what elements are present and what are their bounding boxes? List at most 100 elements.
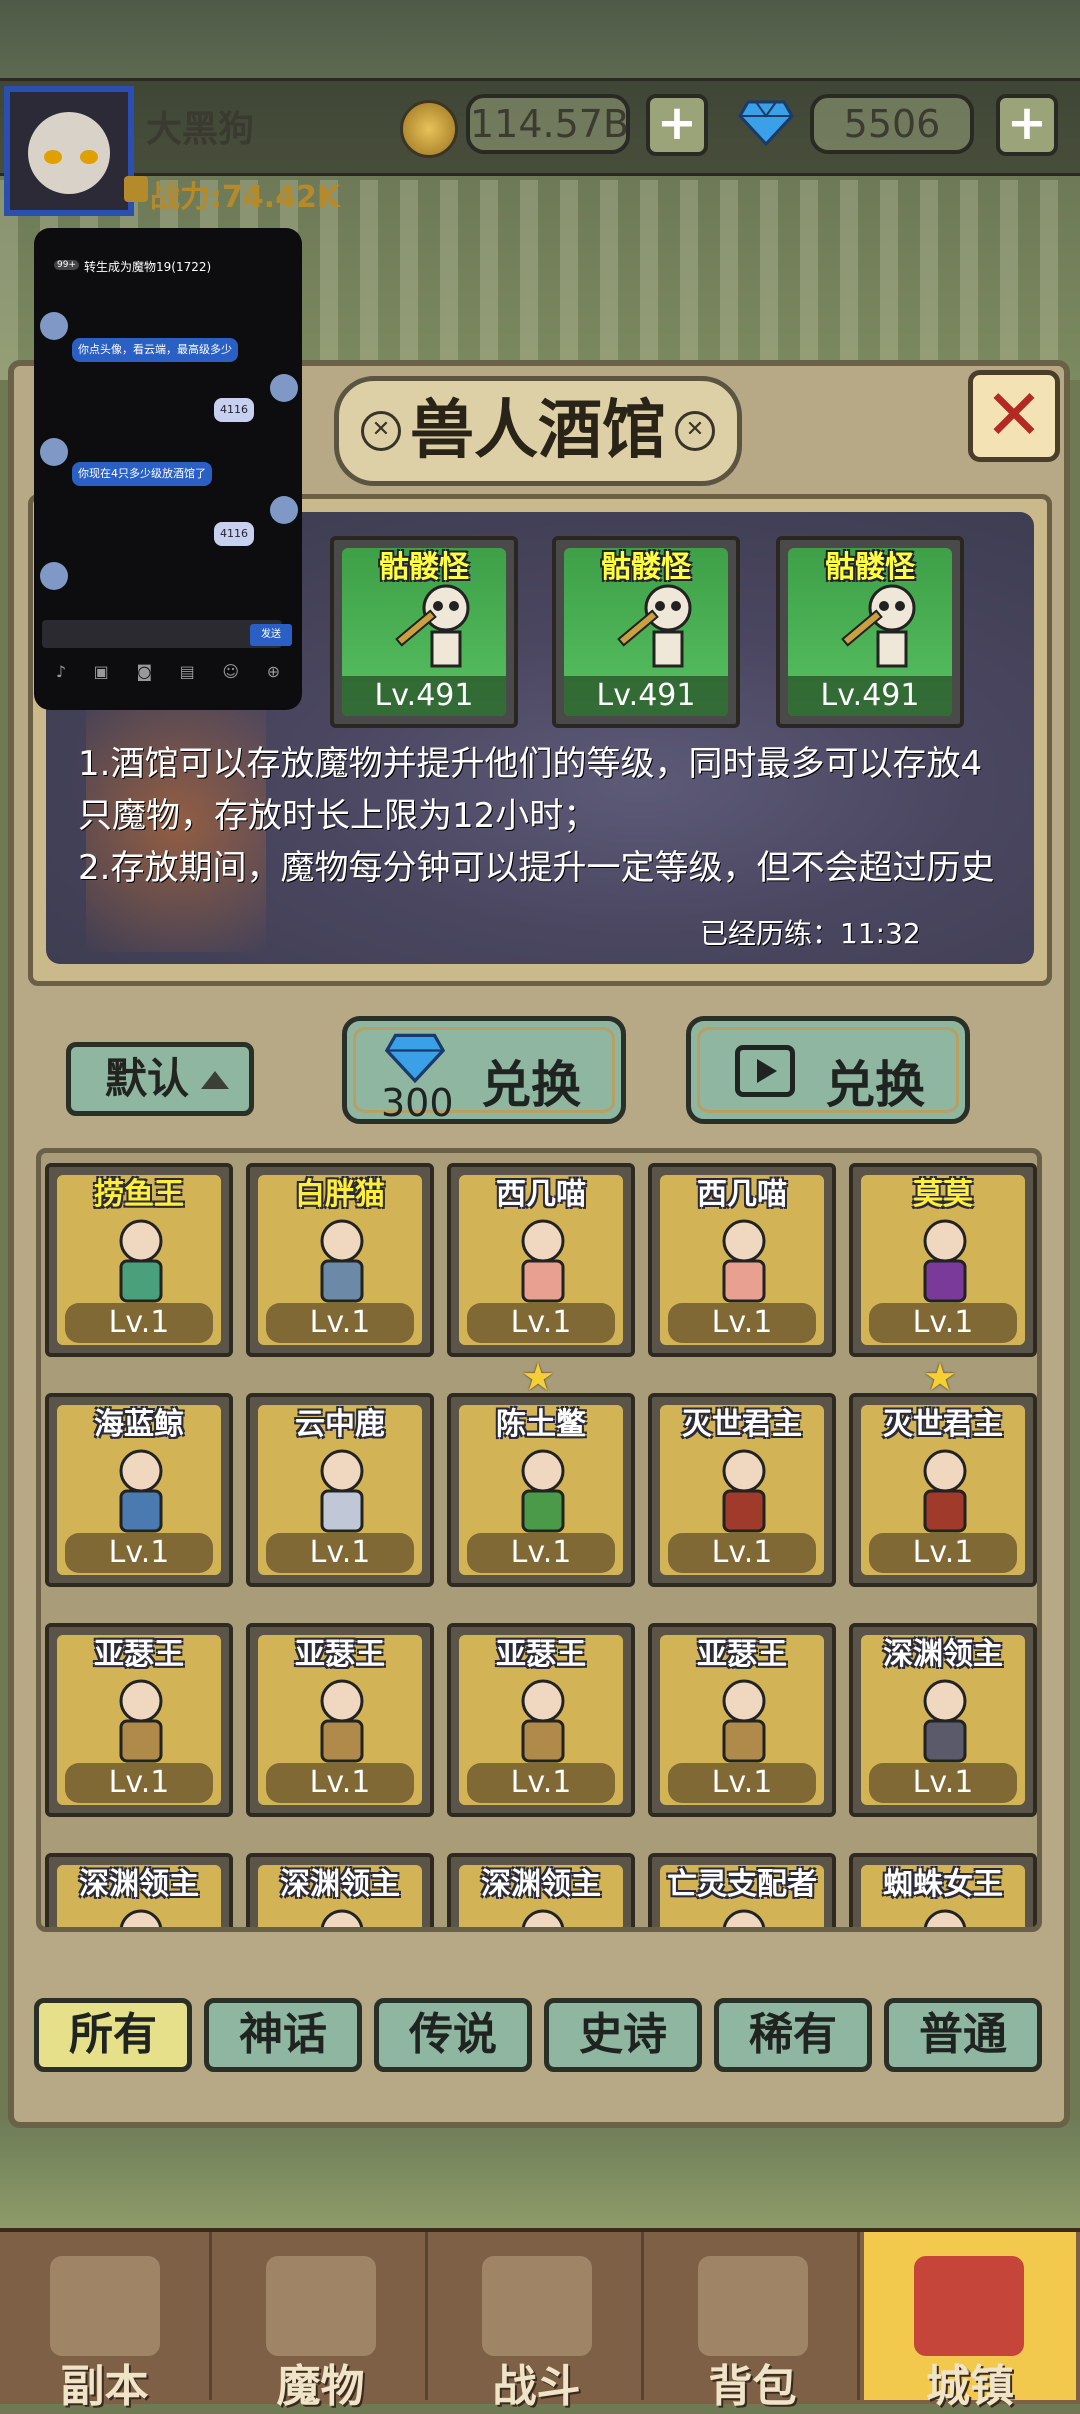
nav-monsters[interactable]: 魔物: [216, 2232, 428, 2412]
image-icon[interactable]: ▣: [94, 662, 109, 692]
close-button[interactable]: ✕: [968, 370, 1060, 462]
monster-name: 深渊领主: [883, 1637, 1003, 1672]
camera-icon[interactable]: ◙: [136, 662, 152, 692]
nav-backpack[interactable]: 背包: [648, 2232, 860, 2412]
description-line: 只魔物，存放时长上限为12小时；: [78, 796, 598, 836]
player-name: 大黑狗: [146, 109, 255, 150]
monster-card[interactable]: 西几喵 Lv.1: [447, 1163, 635, 1357]
nav-label: 魔物: [276, 2361, 365, 2412]
add-gems-button[interactable]: +: [996, 94, 1058, 156]
monster-grid: 捞鱼王 Lv.1 白胖猫 Lv.1 西几喵 Lv.1 西几喵 Lv.1 莫莫 Lv.1 海蓝鲸 Lv.…: [36, 1148, 1042, 1932]
monster-portrait-icon: [521, 1449, 565, 1533]
sort-label: 默认: [105, 1054, 190, 1103]
filter-common[interactable]: 普通: [884, 1998, 1042, 2072]
monster-card[interactable]: 灭世君主 Lv.1: [648, 1393, 836, 1587]
monster-card[interactable]: 深渊领主 Lv.1: [849, 1623, 1037, 1817]
monster-level: Lv.1: [65, 1533, 213, 1573]
monster-level: Lv.1: [668, 1303, 816, 1343]
player-avatar[interactable]: [4, 86, 134, 216]
chat-avatar: [270, 496, 298, 524]
monster-icon: [266, 2256, 376, 2356]
monster-name: 亚瑟王: [697, 1637, 787, 1672]
chat-avatar: [270, 374, 298, 402]
nav-town[interactable]: 城镇: [864, 2232, 1076, 2412]
chat-send-button[interactable]: 发送: [250, 624, 292, 646]
monster-portrait-icon: [521, 1679, 565, 1763]
monster-card[interactable]: 亚瑟王 Lv.1: [246, 1623, 434, 1817]
coin-balance: 114.57B: [466, 94, 630, 154]
monster-card[interactable]: 深渊领主: [45, 1853, 233, 1927]
exchange-label: 兑换: [825, 1056, 925, 1114]
filter-legendary[interactable]: 传说: [374, 1998, 532, 2072]
monster-card[interactable]: 亚瑟王 Lv.1: [45, 1623, 233, 1817]
combat-power: 战力:74.42K: [150, 180, 341, 215]
nav-label: 战斗: [492, 2361, 581, 2412]
monster-card[interactable]: 海蓝鲸 Lv.1: [45, 1393, 233, 1587]
monster-name: 海蓝鲸: [94, 1407, 184, 1442]
exchange-label: 兑换: [481, 1056, 581, 1114]
chat-message: 你现在4只多少级放酒馆了: [72, 462, 212, 486]
nav-label: 城镇: [926, 2361, 1014, 2412]
skeleton-icon: [617, 584, 692, 668]
monster-card[interactable]: 深渊领主: [246, 1853, 434, 1927]
monster-name: 亚瑟王: [94, 1637, 184, 1672]
chat-avatar: [40, 562, 68, 590]
monster-card[interactable]: 深渊领主: [447, 1853, 635, 1927]
tavern-slot[interactable]: 骷髅怪 Lv.491: [776, 536, 964, 728]
monster-card[interactable]: 云中鹿 Lv.1: [246, 1393, 434, 1587]
monster-card[interactable]: 捞鱼王 Lv.1: [45, 1163, 233, 1357]
monster-name: 深渊领主: [481, 1867, 601, 1902]
tavern-monster-level: Lv.491: [564, 676, 728, 716]
monster-card[interactable]: 亚瑟王 Lv.1: [648, 1623, 836, 1817]
panel-title: 兽人酒馆: [410, 394, 666, 468]
monster-name: 灭世君主: [883, 1407, 1003, 1442]
monster-name: 白胖猫: [295, 1177, 385, 1212]
monster-card[interactable]: 亚瑟王 Lv.1: [447, 1623, 635, 1817]
monster-name: 西几喵: [496, 1177, 586, 1212]
add-coins-button[interactable]: +: [646, 94, 708, 156]
chat-overlay-window[interactable]: 99+ 转生成为魔物19(1722) 你点头像，看云端，最高级多少 4116 你…: [34, 228, 302, 710]
monster-card[interactable]: 陈土鳖 Lv.1: [447, 1393, 635, 1587]
monster-card[interactable]: 灭世君主 Lv.1: [849, 1393, 1037, 1587]
tavern-slot[interactable]: 骷髅怪 Lv.491: [552, 536, 740, 728]
monster-card[interactable]: 亡灵支配者: [648, 1853, 836, 1927]
monster-portrait-icon: [521, 1219, 565, 1303]
monster-card[interactable]: 蜘蛛女王: [849, 1853, 1037, 1927]
tavern-slot[interactable]: 骷髅怪 Lv.491: [330, 536, 518, 728]
chat-message: 4116: [214, 522, 254, 546]
monster-card[interactable]: 西几喵 Lv.1: [648, 1163, 836, 1357]
monster-card[interactable]: 莫莫 Lv.1: [849, 1163, 1037, 1357]
nav-battle[interactable]: 战斗: [432, 2232, 644, 2412]
nav-dungeon[interactable]: 副本: [0, 2232, 212, 2412]
sort-dropdown[interactable]: 默认: [66, 1042, 254, 1116]
gem-exchange-button[interactable]: 300 兑换: [342, 1016, 626, 1125]
monster-portrait-icon: [722, 1449, 766, 1533]
monster-card[interactable]: 白胖猫 Lv.1: [246, 1163, 434, 1357]
gem-icon: [384, 1033, 446, 1083]
monster-level: Lv.1: [467, 1533, 615, 1573]
voice-icon[interactable]: ♪: [56, 662, 66, 692]
ad-exchange-button[interactable]: 兑换: [686, 1016, 970, 1124]
monster-portrait-icon: [119, 1909, 163, 1927]
monster-level: Lv.1: [65, 1763, 213, 1803]
monster-name: 深渊领主: [280, 1867, 400, 1902]
training-timer: 已经历练：11:32: [700, 917, 921, 950]
chat-input[interactable]: [42, 620, 282, 648]
chat-avatar: [40, 438, 68, 466]
emoji-icon[interactable]: ☺: [222, 662, 239, 692]
monster-portrait-icon: [320, 1679, 364, 1763]
tavern-monster-level: Lv.491: [342, 676, 506, 716]
plus-icon[interactable]: ⊕: [267, 662, 280, 692]
tavern-monster-level: Lv.491: [788, 676, 952, 716]
monster-name: 亡灵支配者: [667, 1867, 817, 1902]
filter-mythic[interactable]: 神话: [204, 1998, 362, 2072]
filter-all[interactable]: 所有: [34, 1998, 192, 2072]
monster-name: 深渊领主: [79, 1867, 199, 1902]
skeleton-icon: [841, 584, 916, 668]
unread-badge: 99+: [54, 260, 79, 270]
filter-epic[interactable]: 史诗: [544, 1998, 702, 2072]
monster-level: Lv.1: [65, 1303, 213, 1343]
file-icon[interactable]: ▤: [180, 662, 195, 692]
star-icon: ★: [923, 1355, 958, 1399]
filter-rare[interactable]: 稀有: [714, 1998, 872, 2072]
